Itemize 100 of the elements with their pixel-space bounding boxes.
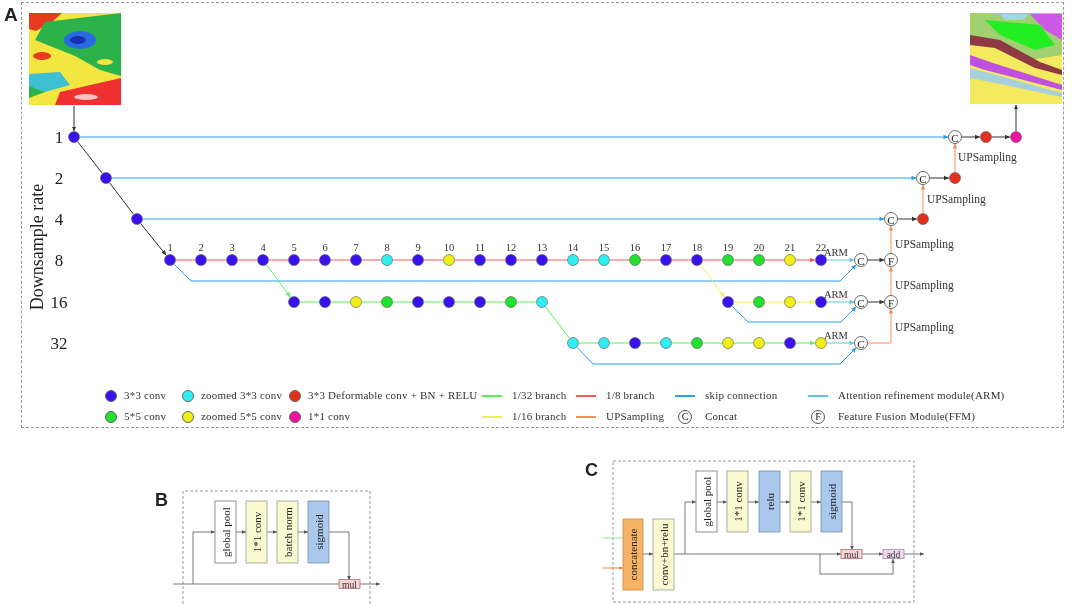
fusion-node: F [884,253,898,267]
arrow [716,500,728,504]
layer-node [381,296,393,308]
conv-block: conv+bn+relu [652,518,675,591]
arrow [961,134,981,140]
upsampling-label: UPSampling [927,193,986,205]
layer-number: 21 [784,241,796,253]
upsampling-arrow [867,308,894,344]
activation-block: sigmoid [307,500,330,564]
arrow [810,500,822,504]
legend-label: Feature Fusion Module(FFM) [838,409,976,425]
arrow [897,216,918,222]
activation-block: relu [758,470,781,533]
rate-label: 8 [54,251,64,270]
legend-label: Attention refinement module(ARM) [838,388,1005,404]
layer-node [660,337,672,349]
layer-node [567,337,579,349]
legend-label: skip connection [705,388,778,404]
arm-arrow [826,340,855,346]
concat-node: C [884,212,898,226]
layer-number: 20 [753,241,765,253]
legend-label: 1*1 conv [308,409,351,425]
mul-block: mul [840,549,863,560]
layer-node [753,337,765,349]
add-block: add [882,549,905,560]
layer-node [784,254,796,266]
concat-node: C [854,295,868,309]
arrow [642,552,654,556]
arrow [192,530,216,585]
layer-number: 12 [505,241,517,253]
upsampling-arrow [952,143,958,173]
layer-node [412,296,424,308]
layer-node [784,337,796,349]
arrow [72,105,76,132]
layer-node [68,131,80,143]
arrow [1014,104,1018,132]
layer-node [350,296,362,308]
layer-node [722,254,734,266]
arrow [359,582,381,586]
rate-label: 2 [54,169,64,188]
layer-node [226,254,238,266]
layer-node [917,213,929,225]
panel-label: C [585,461,599,480]
panel-label: B [155,491,169,510]
layer-node [722,296,734,308]
norm-block: batch norm [276,500,299,564]
arrow [297,530,309,534]
layer-node [660,254,672,266]
arrow [328,531,351,581]
legend-label: 1/32 branch [512,388,567,404]
arrow [747,500,760,504]
concat-block: concatenate [622,518,644,591]
arm-arrow [826,257,855,263]
upsampling-arrow [888,225,894,254]
arrow [929,175,950,181]
layer-node [598,337,610,349]
legend-label: 3*3 conv [124,388,167,404]
layer-node [691,337,703,349]
layer-node [598,254,610,266]
layer-number: 3 [229,241,235,253]
layer-number: 15 [598,241,610,253]
arrow [902,552,925,556]
fusion-node: F [884,295,898,309]
arm-arrow [826,299,855,305]
layer-node [815,254,827,266]
layer-node [164,254,176,266]
layer-number: 5 [291,241,297,253]
layer-number: 4 [260,241,266,253]
layer-node [195,254,207,266]
concat-node: C [854,336,868,350]
arrow [867,257,885,263]
upsampling-arrow [920,184,926,214]
input-line [602,537,624,539]
conv-block: 1*1 conv [726,470,749,533]
layer-node [319,254,331,266]
layer-node [691,254,703,266]
layer-node [100,172,112,184]
upsampling-label: UPSampling [958,151,1017,163]
pool-block: global pool [214,500,237,564]
legend-label: 1/8 branch [606,388,655,404]
layer-node [815,296,827,308]
layer-number: 14 [567,241,579,253]
layer-node [257,254,269,266]
layer-node [474,254,486,266]
layer-node [815,337,827,349]
layer-node [474,296,486,308]
pool-block: global pool [695,470,718,533]
panel-label: A [4,5,19,25]
layer-node [350,254,362,266]
upsampling-label: UPSampling [895,279,954,291]
layer-node [288,296,300,308]
concat-node: C [948,130,962,144]
conv-block: 1*1 conv [245,500,268,564]
layer-number: 13 [536,241,548,253]
layer-node [443,254,455,266]
layer-number: 16 [629,241,641,253]
layer-node [980,131,992,143]
conv-block: 1*1 conv [789,470,812,533]
layer-number: 19 [722,241,734,253]
concat-node: C [916,171,930,185]
